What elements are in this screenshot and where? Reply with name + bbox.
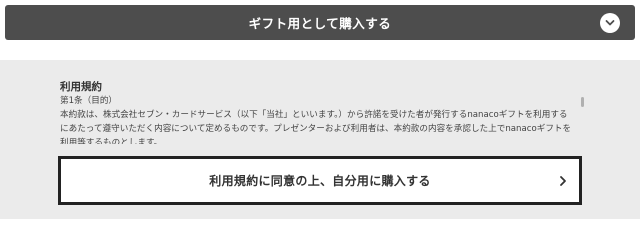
- self-purchase-button[interactable]: 利用規約に同意の上、自分用に購入する: [58, 156, 582, 205]
- terms-panel: 利用規約 第1条（目的） 本約款は、株式会社セブン・カードサービス（以下「当社」…: [0, 60, 640, 219]
- gift-purchase-toggle-bar[interactable]: ギフト用として購入する: [5, 5, 635, 40]
- terms-article-body: 本約款は、株式会社セブン・カードサービス（以下「当社」といいます。）から許諾を受…: [60, 110, 572, 144]
- terms-scroll-box[interactable]: 第1条（目的） 本約款は、株式会社セブン・カードサービス（以下「当社」といいます…: [60, 94, 584, 144]
- terms-scrollbar[interactable]: [581, 97, 584, 107]
- self-purchase-label: 利用規約に同意の上、自分用に購入する: [209, 174, 431, 188]
- chevron-down-icon[interactable]: [600, 13, 620, 33]
- terms-heading: 利用規約: [60, 81, 102, 93]
- terms-article-title: 第1条（目的）: [60, 96, 118, 106]
- chevron-right-icon: [557, 174, 569, 188]
- terms-text: 第1条（目的） 本約款は、株式会社セブン・カードサービス（以下「当社」といいます…: [60, 94, 576, 144]
- gift-purchase-label: ギフト用として購入する: [248, 16, 392, 31]
